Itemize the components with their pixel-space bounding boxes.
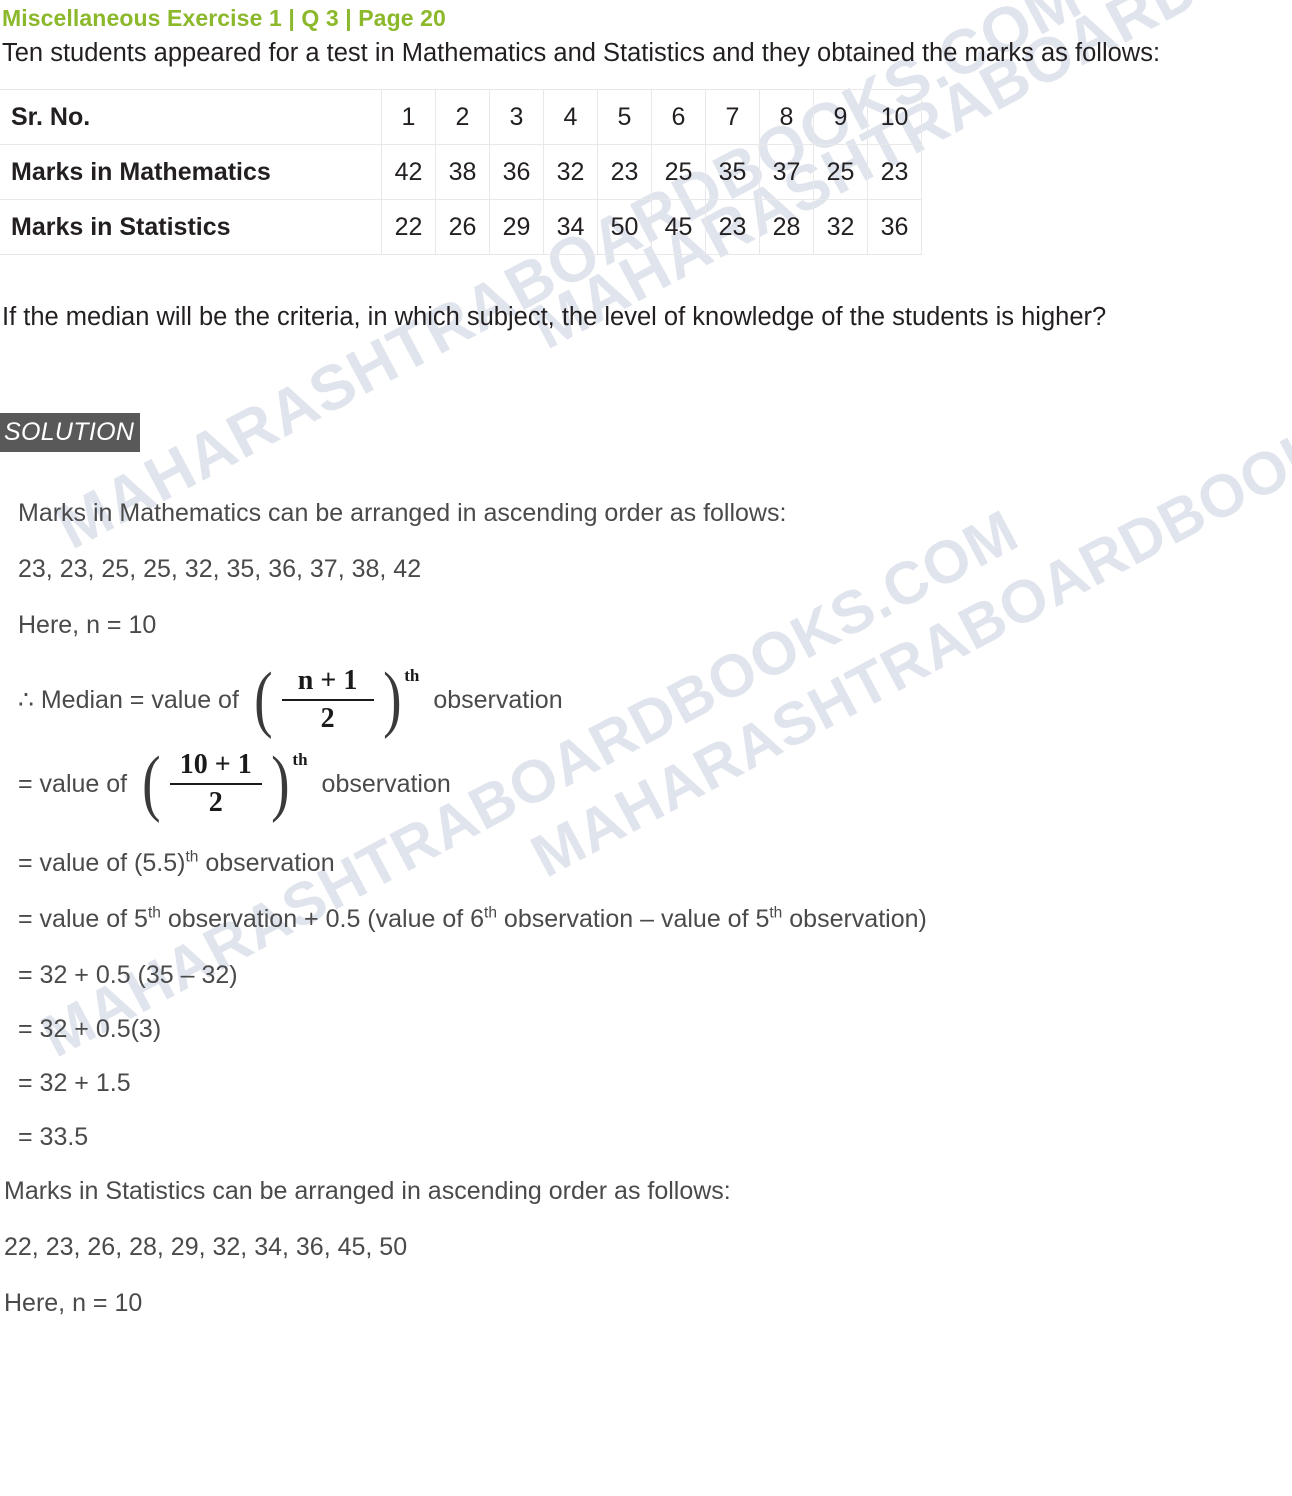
- formula-fraction-group: ( n + 1 2 ) th: [251, 658, 420, 740]
- step-text: observation): [782, 905, 927, 933]
- step-text: observation: [198, 849, 335, 877]
- ordinal-superscript: th: [147, 904, 161, 922]
- table-cell: 28: [759, 199, 814, 255]
- table-cell: 7: [705, 89, 760, 145]
- marks-table-wrapper: Sr. No. 1 2 3 4 5 6 7 8 9 10 Marks in Ma…: [0, 89, 922, 255]
- solution-line-stat-sorted: 22, 23, 26, 28, 29, 32, 34, 36, 45, 50: [4, 1233, 408, 1261]
- table-cell: 38: [435, 144, 490, 200]
- table-cell: 37: [759, 144, 814, 200]
- ordinal-superscript: th: [292, 750, 308, 769]
- ordinal-superscript: th: [484, 904, 497, 922]
- right-paren-icon: ): [270, 742, 290, 824]
- table-cell: 42: [381, 144, 436, 200]
- table-cell: 34: [543, 199, 598, 255]
- fraction: n + 1 2: [276, 664, 380, 736]
- table-cell: 4: [543, 89, 598, 145]
- solution-step: = 33.5: [18, 1123, 89, 1151]
- formula-trail: observation: [321, 769, 451, 798]
- median-formula-general: ∴ Median = value of ( n + 1 2 ) th obser…: [0, 658, 1292, 740]
- solution-badge: SOLUTION: [0, 413, 141, 452]
- table-cell: 32: [543, 144, 598, 200]
- table-cell: 10: [867, 89, 922, 145]
- step-text: = value of 5: [18, 905, 148, 933]
- table-cell: 26: [435, 199, 490, 255]
- solution-step: = 32 + 1.5: [18, 1069, 131, 1097]
- solution-line-expansion: = value of 5th observation + 0.5 (value …: [0, 902, 1292, 936]
- formula-lead: ∴ Median = value of: [18, 686, 239, 714]
- fraction-denominator: 2: [320, 703, 335, 734]
- table-cell: 9: [813, 89, 868, 145]
- solution-line-math-sorted: 23, 23, 25, 25, 32, 35, 36, 37, 38, 42: [18, 555, 422, 583]
- marks-table: Sr. No. 1 2 3 4 5 6 7 8 9 10 Marks in Ma…: [0, 89, 922, 255]
- solution-body: Marks in Mathematics can be arranged in …: [0, 496, 1292, 1320]
- table-cell: 23: [705, 199, 760, 255]
- table-cell: 8: [759, 89, 814, 145]
- fraction-numerator: 10 + 1: [179, 749, 252, 780]
- solution-line-math-intro: Marks in Mathematics can be arranged in …: [18, 499, 787, 527]
- solution-line-stat-n: Here, n = 10: [4, 1289, 143, 1317]
- exercise-heading: Miscellaneous Exercise 1 | Q 3 | Page 20: [2, 5, 446, 31]
- table-cell: 29: [489, 199, 544, 255]
- formula-lead: = value of: [18, 769, 128, 798]
- table-cell: 2: [435, 89, 490, 145]
- table-row: Sr. No. 1 2 3 4 5 6 7 8 9 10: [0, 89, 922, 145]
- table-cell: 25: [651, 144, 706, 200]
- table-row: Marks in Statistics 22 26 29 34 50 45 23…: [0, 199, 922, 255]
- row-label: Sr. No.: [0, 89, 382, 145]
- table-cell: 22: [381, 199, 436, 255]
- right-paren-icon: ): [382, 658, 402, 740]
- marks-table-body: Sr. No. 1 2 3 4 5 6 7 8 9 10 Marks in Ma…: [0, 89, 922, 255]
- left-paren-icon: (: [142, 742, 161, 824]
- table-cell: 35: [705, 144, 760, 200]
- table-cell: 25: [813, 144, 868, 200]
- solution-line-55: = value of (5.5)th observation: [0, 846, 1292, 880]
- table-cell: 3: [489, 89, 544, 145]
- row-label: Marks in Mathematics: [0, 144, 382, 200]
- table-cell: 36: [867, 199, 922, 255]
- fraction: 10 + 1 2: [164, 748, 268, 820]
- solution-step: = 32 + 0.5 (35 – 32): [18, 961, 238, 989]
- step-text: observation – value of 5: [496, 905, 770, 933]
- fraction-denominator: 2: [208, 787, 223, 818]
- table-cell: 1: [381, 89, 436, 145]
- formula-fraction-group: ( 10 + 1 2 ) th: [139, 742, 308, 824]
- formula-trail: observation: [433, 685, 563, 714]
- step-text: = value of (5.5): [18, 849, 186, 877]
- table-row: Marks in Mathematics 42 38 36 32 23 25 3…: [0, 144, 922, 200]
- solution-line-math-n: Here, n = 10: [18, 611, 157, 639]
- step-text: observation + 0.5 (value of 6: [160, 905, 485, 933]
- table-cell: 50: [597, 199, 652, 255]
- question-tail-text: If the median will be the criteria, in w…: [2, 303, 1107, 331]
- median-formula-substituted: = value of ( 10 + 1 2 ) th observation: [0, 742, 1292, 824]
- table-cell: 36: [489, 144, 544, 200]
- table-cell: 32: [813, 199, 868, 255]
- table-cell: 6: [651, 89, 706, 145]
- table-cell: 5: [597, 89, 652, 145]
- ordinal-superscript: th: [404, 666, 420, 685]
- table-cell: 45: [651, 199, 706, 255]
- solution-step: = 32 + 0.5(3): [18, 1015, 162, 1043]
- table-cell: 23: [867, 144, 922, 200]
- question-intro-text: Ten students appeared for a test in Math…: [2, 39, 1161, 67]
- left-paren-icon: (: [253, 658, 273, 740]
- fraction-numerator: n + 1: [297, 665, 358, 696]
- solution-line-stat-intro: Marks in Statistics can be arranged in a…: [4, 1177, 731, 1205]
- table-cell: 23: [597, 144, 652, 200]
- document-page: Miscellaneous Exercise 1 | Q 3 | Page 20…: [0, 0, 1292, 1320]
- row-label: Marks in Statistics: [0, 199, 382, 255]
- ordinal-superscript: th: [185, 848, 199, 866]
- ordinal-superscript: th: [769, 904, 783, 922]
